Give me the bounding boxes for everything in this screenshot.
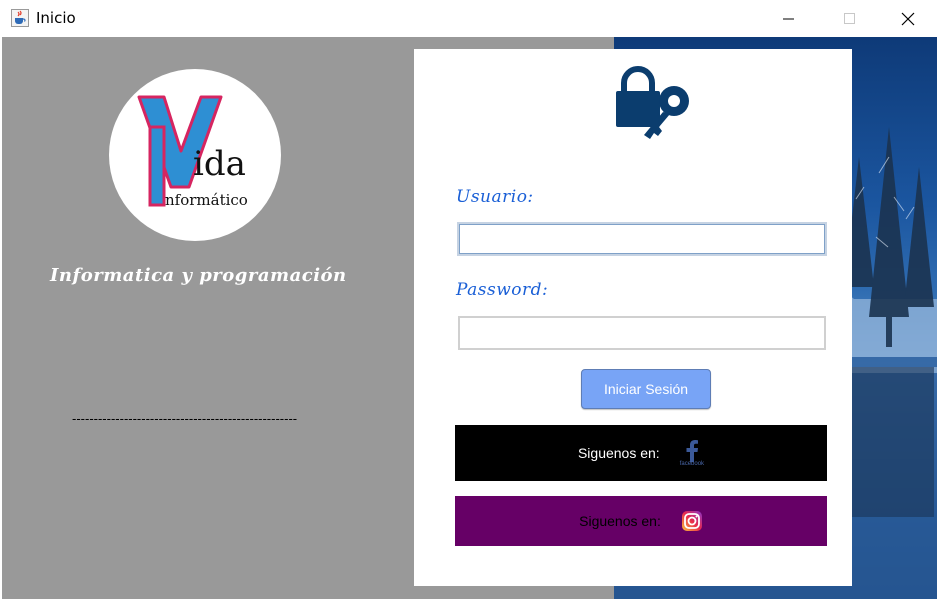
instagram-banner[interactable]: Siguenos en: xyxy=(455,496,827,546)
username-label: Usuario: xyxy=(456,187,534,207)
minimize-button[interactable] xyxy=(766,0,812,37)
facebook-follow-text: Siguenos en: xyxy=(577,445,660,461)
window-titlebar: Inicio xyxy=(0,0,937,37)
maximize-icon xyxy=(844,12,855,24)
vida-informatico-logo: ida nformático xyxy=(109,69,281,241)
facebook-icon[interactable]: facebook xyxy=(679,439,705,467)
tagline: Informatica y programación xyxy=(50,265,347,286)
separator-line: ----------------------------------------… xyxy=(72,411,298,426)
password-field[interactable] xyxy=(458,316,826,350)
facebook-caption: facebook xyxy=(679,460,705,467)
minimize-icon xyxy=(783,18,794,19)
instagram-follow-text: Siguenos en: xyxy=(579,513,661,529)
login-card: Usuario: Password: Iniciar Sesión Siguen… xyxy=(414,49,852,586)
password-label: Password: xyxy=(456,280,549,300)
java-cup-icon xyxy=(11,9,29,27)
logo-word-informatico: nformático xyxy=(165,191,248,209)
login-button[interactable]: Iniciar Sesión xyxy=(581,369,711,409)
username-input[interactable] xyxy=(459,224,825,254)
maximize-button[interactable] xyxy=(827,0,873,37)
instagram-icon[interactable] xyxy=(681,510,703,532)
facebook-banner[interactable]: Siguenos en: facebook xyxy=(455,425,827,481)
window-title: Inicio xyxy=(36,9,76,27)
close-icon xyxy=(901,12,915,25)
logo-word-vida: ida xyxy=(193,144,246,184)
password-input[interactable] xyxy=(460,318,824,348)
close-button[interactable] xyxy=(885,0,931,37)
lock-key-icon xyxy=(614,61,696,143)
username-field[interactable] xyxy=(457,222,827,256)
